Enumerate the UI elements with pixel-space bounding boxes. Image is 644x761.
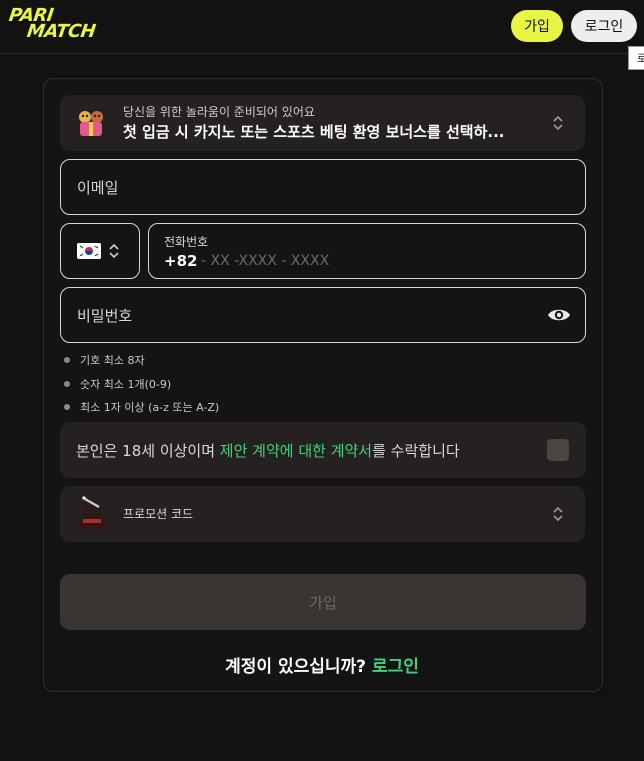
eye-icon[interactable] — [547, 305, 571, 325]
bonus-title: 첫 입금 시 카지노 또는 스포츠 베팅 환영 보너스를 선택하... — [123, 123, 505, 141]
footer-login-link[interactable]: 로그인 — [372, 657, 419, 677]
agreement-prefix: 본인은 18세 이상이며 — [76, 442, 220, 460]
email-placeholder: 이메일 — [77, 179, 119, 197]
phone-field[interactable]: 전화번호 +82 - XX -XXXX - XXXX — [148, 223, 586, 279]
phone-label: 전화번호 — [164, 235, 209, 249]
gift-characters-icon — [79, 111, 103, 136]
magic-hat-icon — [77, 496, 107, 529]
phone-country-code: +82 — [164, 252, 198, 270]
login-tooltip: 로 — [628, 46, 644, 70]
chevron-up-down-icon — [109, 243, 119, 259]
logo-text-match: MATCH — [25, 21, 97, 42]
signup-submit-button[interactable]: 가입 — [60, 574, 586, 630]
agreement-checkbox[interactable] — [547, 439, 569, 461]
country-code-selector[interactable] — [60, 223, 140, 279]
bonus-selector[interactable]: 당신을 위한 놀라움이 준비되어 있어요 첫 입금 시 카지노 또는 스포츠 베… — [60, 95, 585, 151]
password-field[interactable]: 비밀번호 — [60, 287, 586, 343]
chevron-up-down-icon — [553, 115, 563, 131]
rule-text: 기호 최소 8자 — [80, 354, 145, 367]
rule-text: 최소 1자 이상 (a-z 또는 A-Z) — [80, 401, 220, 414]
have-account-line: 계정이 있으십니까? 로그인 — [0, 652, 644, 677]
email-field[interactable]: 이메일 — [60, 159, 586, 215]
rule-text: 숫자 최소 1개(0-9) — [80, 378, 172, 391]
agreement-text: 본인은 18세 이상이며 제안 계약에 대한 계약서를 수락합니다 — [76, 440, 460, 461]
phone-mask-placeholder: - XX -XXXX - XXXX — [201, 253, 330, 269]
korea-flag-icon — [77, 243, 101, 259]
promo-code-label: 프로모션 코드 — [123, 507, 194, 521]
rule-bullet — [64, 404, 70, 410]
signup-button[interactable]: 가입 — [511, 10, 563, 42]
age-agreement-row[interactable]: 본인은 18세 이상이며 제안 계약에 대한 계약서를 수락합니다 — [60, 422, 586, 478]
rule-bullet — [64, 381, 70, 387]
chevron-up-down-icon — [553, 506, 563, 522]
bonus-subtitle: 당신을 위한 놀라움이 준비되어 있어요 — [123, 105, 315, 119]
login-button[interactable]: 로그인 — [571, 10, 637, 42]
password-placeholder: 비밀번호 — [77, 307, 133, 325]
parimatch-logo[interactable]: PARI MATCH — [8, 5, 109, 42]
top-bar: PARI MATCH 가입 로그인 — [0, 0, 644, 54]
agreement-link[interactable]: 제안 계약에 대한 계약서 — [220, 442, 372, 460]
have-account-question: 계정이 있으십니까? — [225, 657, 372, 677]
rule-bullet — [64, 357, 70, 363]
promo-code-selector[interactable]: 프로모션 코드 — [60, 486, 585, 542]
agreement-suffix: 를 수락합니다 — [372, 442, 460, 460]
